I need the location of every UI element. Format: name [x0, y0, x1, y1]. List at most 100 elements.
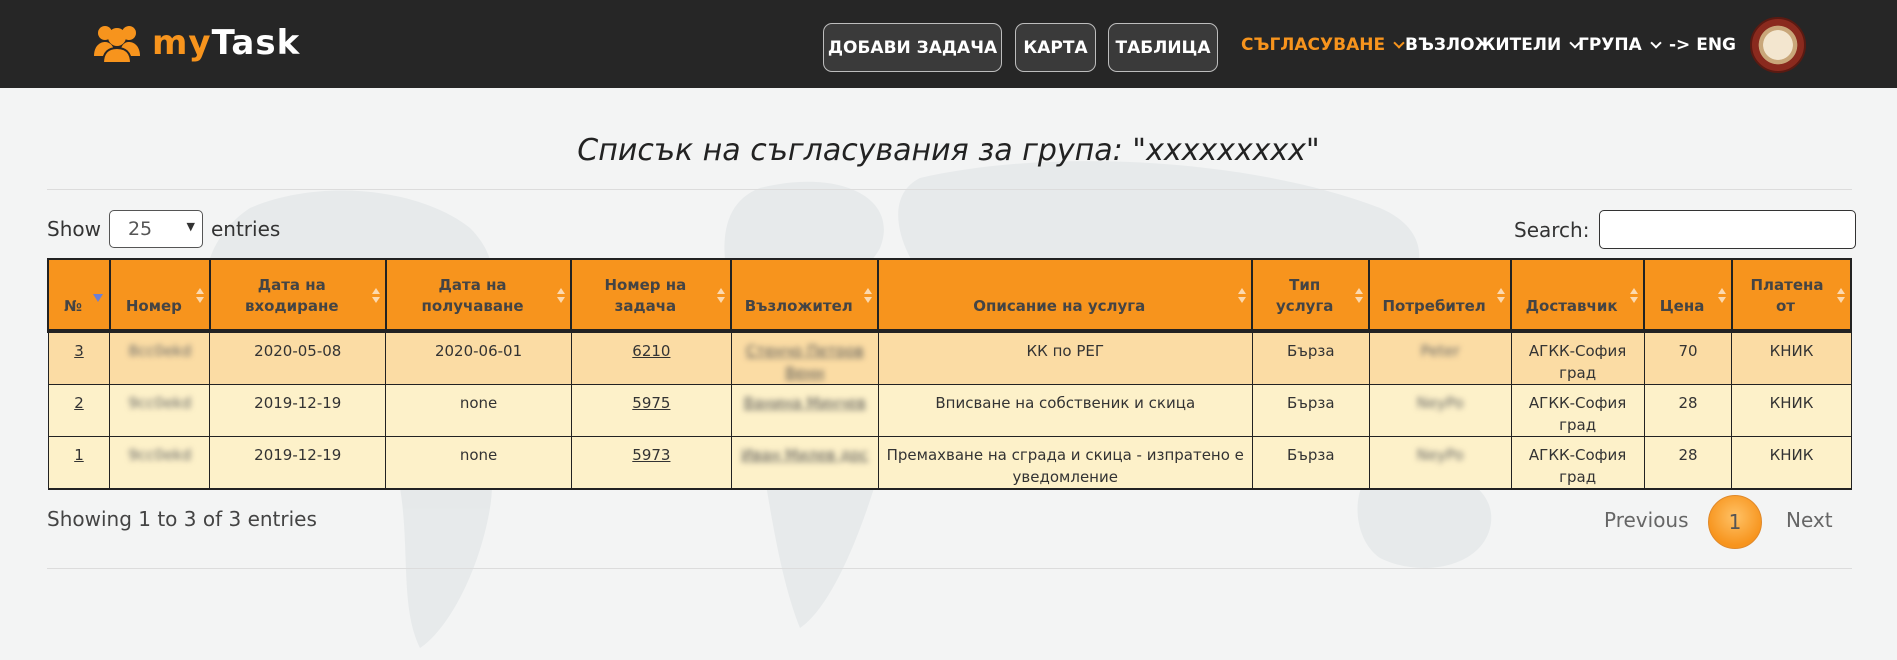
task-link[interactable]: 6210 — [632, 342, 670, 360]
user-avatar[interactable] — [1750, 17, 1806, 73]
row-link[interactable]: 3 — [74, 342, 84, 360]
cell-provider: АГКК-София град — [1510, 330, 1645, 385]
cell-date-in: 2019-12-19 — [209, 384, 387, 437]
sort-icon — [1717, 288, 1726, 304]
cell-price: 70 — [1643, 330, 1733, 385]
table-button[interactable]: ТАБЛИЦА — [1108, 23, 1218, 72]
chevron-down-icon — [1650, 36, 1662, 49]
column-header-price[interactable]: Цена — [1643, 258, 1733, 333]
sort-icon — [1630, 288, 1639, 304]
cell-price: 28 — [1643, 436, 1733, 490]
table-info: Showing 1 to 3 of 3 entries — [47, 507, 317, 531]
cell-user: NeyPo — [1368, 436, 1512, 490]
cell-paid-by: КНИК — [1731, 384, 1852, 437]
cell-user: Peter — [1368, 330, 1512, 385]
table-row: 1 9cc0ekd 2019-12-19 none 5973 Иван Миле… — [47, 436, 1852, 490]
client-link[interactable]: Ванина Минчев — [744, 394, 866, 412]
cell-number: 9cc0ekd — [109, 384, 211, 437]
chevron-down-icon — [1393, 36, 1405, 49]
sort-icon — [1497, 288, 1506, 304]
top-navbar: myTask ДОБАВИ ЗАДАЧА КАРТА ТАБЛИЦА СЪГЛА… — [0, 0, 1897, 88]
cell-date-received: 2020-06-01 — [385, 330, 572, 385]
search-input[interactable] — [1599, 210, 1857, 249]
sort-icon — [864, 288, 873, 304]
row-link[interactable]: 1 — [74, 446, 84, 464]
sort-icon — [1837, 288, 1845, 304]
column-header-type[interactable]: Тип услуга — [1251, 258, 1371, 333]
column-header-user[interactable]: Потребител — [1368, 258, 1513, 333]
menu-agreements-dropdown[interactable]: СЪГЛАСУВАНЕ — [1241, 32, 1405, 58]
entries-label: entries — [210, 217, 281, 241]
show-label: Show — [47, 217, 101, 241]
entries-per-page-select[interactable]: 25 — [108, 210, 203, 248]
map-button[interactable]: КАРТА — [1015, 23, 1096, 72]
column-header-no[interactable]: № — [47, 258, 111, 333]
table-row: 3 8cc0ekd 2020-05-08 2020-06-01 6210 Сте… — [47, 330, 1852, 385]
client-link[interactable]: Стенчо Петров Венн — [746, 342, 864, 382]
cell-provider: АГКК-София град — [1510, 384, 1645, 437]
language-switch-link[interactable]: -> ENG — [1669, 32, 1736, 58]
sort-icon — [1355, 288, 1364, 304]
task-link[interactable]: 5975 — [632, 394, 670, 412]
column-header-task-no[interactable]: Номер на задача — [570, 258, 733, 333]
menu-agreements-label: СЪГЛАСУВАНЕ — [1241, 35, 1386, 55]
row-link[interactable]: 2 — [74, 394, 84, 412]
cell-client: Иван Милев дрс — [730, 436, 879, 490]
previous-page-button[interactable]: Previous — [1604, 508, 1689, 532]
table-header-row: № Номер Дата на входиране Дата на получа… — [47, 258, 1853, 333]
cell-description: Премахване на сграда и скица - изпратено… — [877, 436, 1253, 490]
next-page-button[interactable]: Next — [1786, 508, 1833, 532]
cell-type: Бърза — [1251, 330, 1370, 385]
menu-group-dropdown[interactable]: ГРУПА — [1578, 32, 1662, 58]
sort-icon — [371, 288, 380, 304]
cell-paid-by: КНИК — [1731, 436, 1852, 490]
column-header-number[interactable]: Номер — [108, 258, 211, 333]
column-header-provider[interactable]: Доставчик — [1510, 258, 1646, 333]
sort-icon — [195, 288, 204, 304]
menu-group-label: ГРУПА — [1578, 35, 1642, 55]
menu-clients-label: ВЪЗЛОЖИТЕЛИ — [1405, 35, 1562, 55]
cell-client: Стенчо Петров Венн — [730, 330, 879, 385]
column-header-description[interactable]: Описание на услуга — [877, 258, 1254, 333]
cell-no: 2 — [47, 384, 111, 437]
column-header-client[interactable]: Възложител — [730, 258, 880, 333]
cell-date-received: none — [385, 384, 572, 437]
sort-icon — [557, 288, 566, 304]
column-header-paid-by[interactable]: Платена от — [1730, 258, 1853, 333]
cell-description: КК по РЕГ — [877, 330, 1253, 385]
menu-clients-dropdown[interactable]: ВЪЗЛОЖИТЕЛИ — [1405, 32, 1581, 58]
cell-type: Бърза — [1251, 384, 1370, 437]
cell-task-no: 6210 — [570, 330, 732, 385]
search-control: Search: — [1514, 210, 1857, 249]
cell-number: 9cc0ekd — [109, 436, 211, 490]
cell-provider: АГКК-София град — [1510, 436, 1645, 490]
cell-date-received: none — [385, 436, 572, 490]
cell-date-in: 2020-05-08 — [209, 330, 387, 385]
table-row: 2 9cc0ekd 2019-12-19 none 5975 Ванина Ми… — [47, 384, 1852, 437]
column-header-date-received[interactable]: Дата на получаване — [384, 258, 573, 333]
entries-length-control: Show 25 ▼ entries — [47, 210, 280, 248]
divider — [47, 568, 1852, 569]
task-link[interactable]: 5973 — [632, 446, 670, 464]
agreements-table: № Номер Дата на входиране Дата на получа… — [47, 258, 1853, 490]
add-task-button[interactable]: ДОБАВИ ЗАДАЧА — [823, 23, 1002, 72]
sort-icon — [1238, 288, 1247, 304]
cell-user: NeyPo — [1368, 384, 1512, 437]
page-button-current[interactable]: 1 — [1708, 495, 1762, 549]
users-icon — [94, 26, 140, 64]
cell-price: 28 — [1643, 384, 1733, 437]
brand-name: myTask — [152, 23, 301, 63]
brand-logo[interactable]: myTask — [92, 18, 300, 68]
client-link[interactable]: Иван Милев дрс — [741, 446, 868, 464]
cell-description: Вписване на собственик и скица — [877, 384, 1253, 437]
cell-number: 8cc0ekd — [109, 330, 211, 385]
cell-paid-by: КНИК — [1731, 330, 1852, 385]
cell-type: Бърза — [1251, 436, 1370, 490]
sort-desc-icon — [93, 294, 103, 302]
sort-icon — [717, 288, 726, 304]
column-header-date-in[interactable]: Дата на входиране — [208, 258, 387, 333]
search-label: Search: — [1514, 217, 1590, 242]
cell-task-no: 5973 — [570, 436, 732, 490]
cell-no: 1 — [47, 436, 111, 490]
cell-date-in: 2019-12-19 — [209, 436, 387, 490]
